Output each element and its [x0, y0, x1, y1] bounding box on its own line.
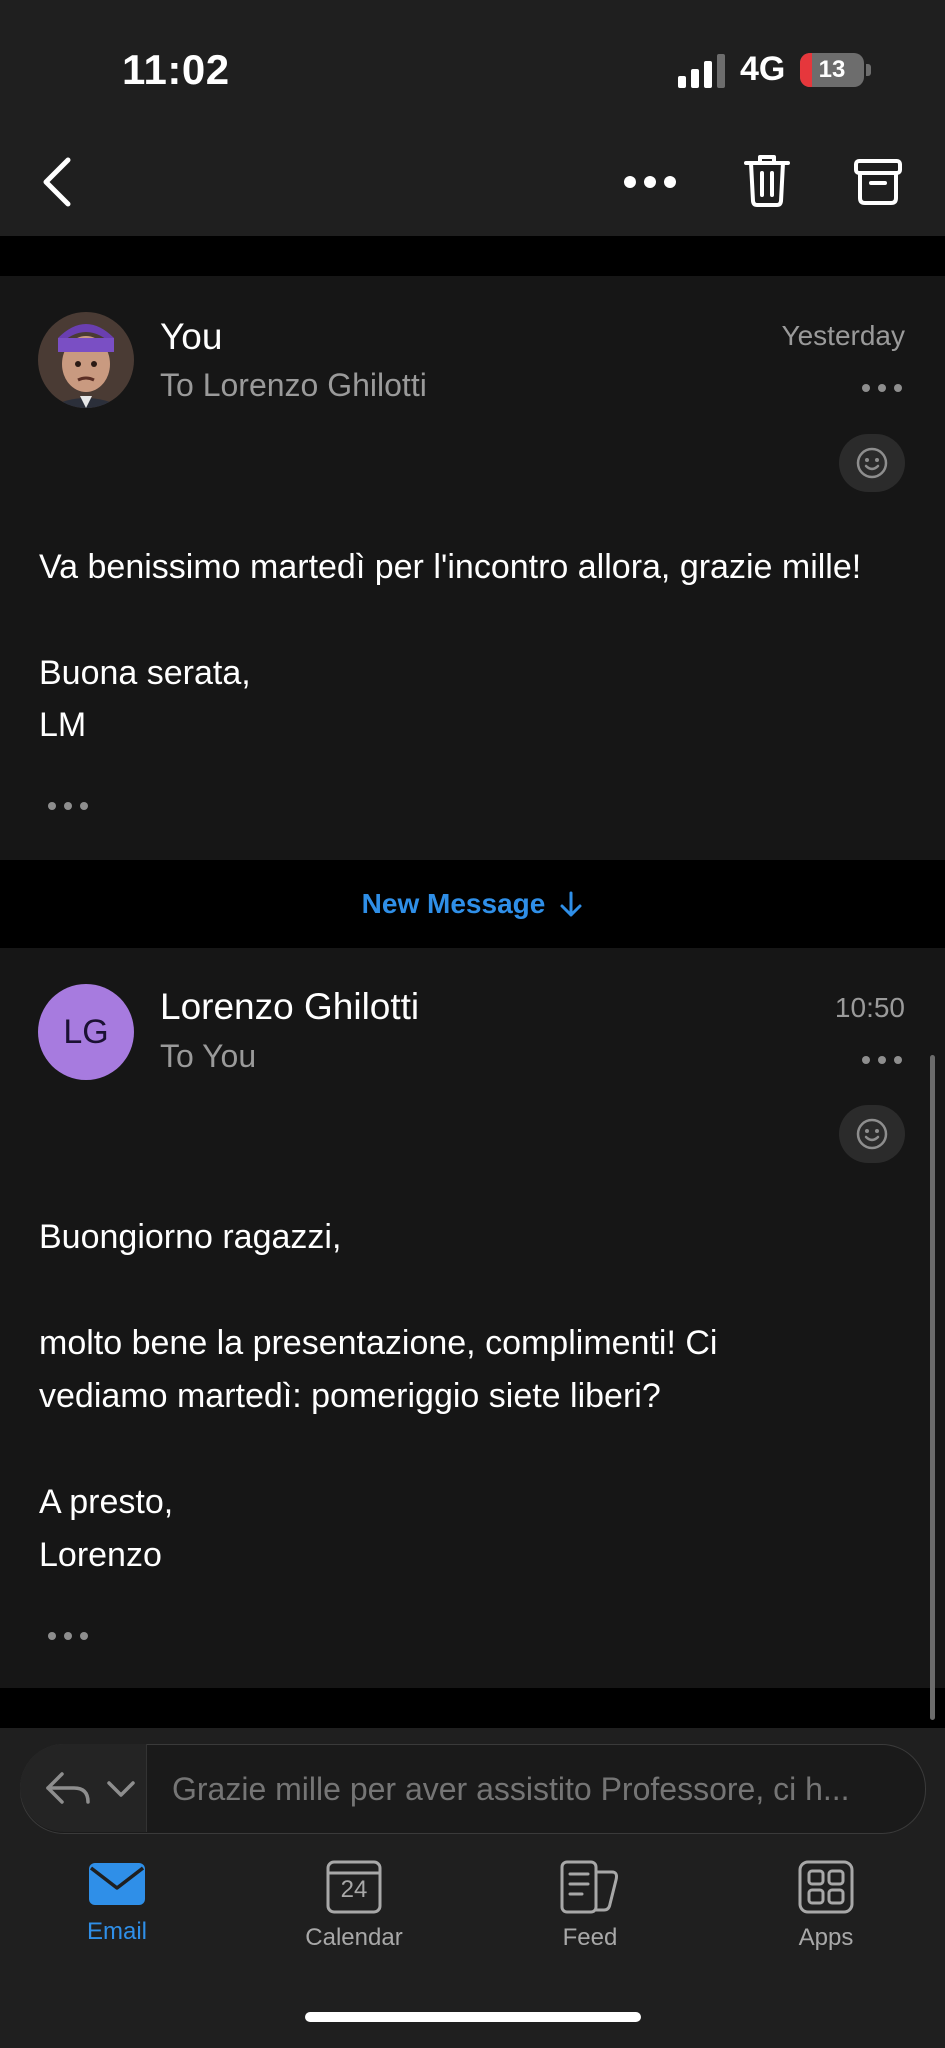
mail-icon	[89, 1863, 145, 1905]
chevron-down-icon	[107, 1781, 135, 1797]
message-body-line: Va benissimo martedì per l'incontro allo…	[39, 548, 862, 586]
trash-icon	[744, 155, 790, 207]
reply-options-button[interactable]	[20, 1744, 147, 1832]
message-time: 10:50	[834, 992, 905, 1023]
battery-level: 13	[818, 56, 846, 83]
message-body-line: Buongiorno ragazzi,	[39, 1218, 342, 1256]
delete-button[interactable]	[737, 150, 797, 210]
more-horizontal-icon	[48, 796, 104, 816]
message-body-line: molto bene la presentazione, complimenti…	[39, 1324, 718, 1362]
message-body-line: Lorenzo	[39, 1536, 162, 1574]
expand-quoted-button[interactable]	[48, 1626, 104, 1646]
message-body-line: A presto,	[39, 1483, 174, 1521]
tab-label: Email	[86, 1918, 147, 1945]
message-card	[0, 948, 945, 1688]
back-button[interactable]	[28, 152, 88, 212]
battery-icon: 13	[800, 53, 864, 87]
more-horizontal-icon	[624, 176, 676, 188]
calendar-day: 24	[340, 1876, 368, 1903]
tab-label: Feed	[562, 1924, 618, 1951]
more-horizontal-icon	[862, 378, 918, 398]
recipient: To Lorenzo Ghilotti	[160, 367, 427, 403]
sender-name: Lorenzo Ghilotti	[160, 986, 420, 1027]
message-body-line: Buona serata,	[39, 654, 251, 692]
message-toolbar	[0, 128, 945, 236]
calendar-icon: 24	[326, 1860, 382, 1914]
network-type: 4G	[740, 50, 786, 88]
tab-email[interactable]: Email	[27, 1860, 207, 1970]
home-indicator[interactable]	[305, 2012, 641, 2022]
feed-icon	[560, 1860, 618, 1914]
message-body-line: LM	[39, 706, 87, 744]
scrollbar[interactable]	[930, 1055, 935, 1720]
new-message-label: New Message	[361, 888, 546, 919]
arrow-down-icon	[560, 891, 582, 917]
more-horizontal-icon	[48, 1626, 104, 1646]
reply-icon	[46, 1772, 90, 1804]
expand-quoted-button[interactable]	[48, 796, 104, 816]
recipient: To You	[160, 1038, 257, 1074]
sender-name: You	[160, 316, 223, 357]
reaction-button[interactable]	[839, 434, 905, 492]
message-more-button[interactable]	[862, 378, 918, 398]
tab-label: Calendar	[305, 1924, 403, 1951]
more-horizontal-icon	[862, 1050, 918, 1070]
chevron-left-icon	[43, 157, 71, 207]
smiley-icon	[856, 1118, 888, 1150]
tab-calendar[interactable]: 24 Calendar	[264, 1860, 444, 1970]
new-message-button[interactable]: New Message	[0, 862, 945, 946]
tab-label: Apps	[798, 1924, 854, 1951]
more-options-button[interactable]	[620, 152, 680, 212]
tab-apps[interactable]: Apps	[736, 1860, 916, 1970]
status-time: 11:02	[122, 46, 230, 93]
user-photo-icon	[38, 312, 134, 408]
battery-cap	[866, 64, 871, 76]
message-more-button[interactable]	[862, 1050, 918, 1070]
apps-grid-icon	[798, 1860, 854, 1914]
reply-input[interactable]	[170, 1760, 914, 1818]
signal-icon	[678, 54, 725, 88]
message-time: Yesterday	[781, 320, 906, 351]
message-body-line: vediamo martedì: pomeriggio siete liberi…	[39, 1377, 661, 1415]
avatar	[38, 312, 134, 408]
smiley-icon	[856, 447, 888, 479]
tab-feed[interactable]: Feed	[500, 1860, 680, 1970]
archive-icon	[854, 159, 902, 205]
avatar: LG	[38, 984, 134, 1080]
archive-button[interactable]	[848, 152, 908, 212]
reaction-button[interactable]	[839, 1105, 905, 1163]
